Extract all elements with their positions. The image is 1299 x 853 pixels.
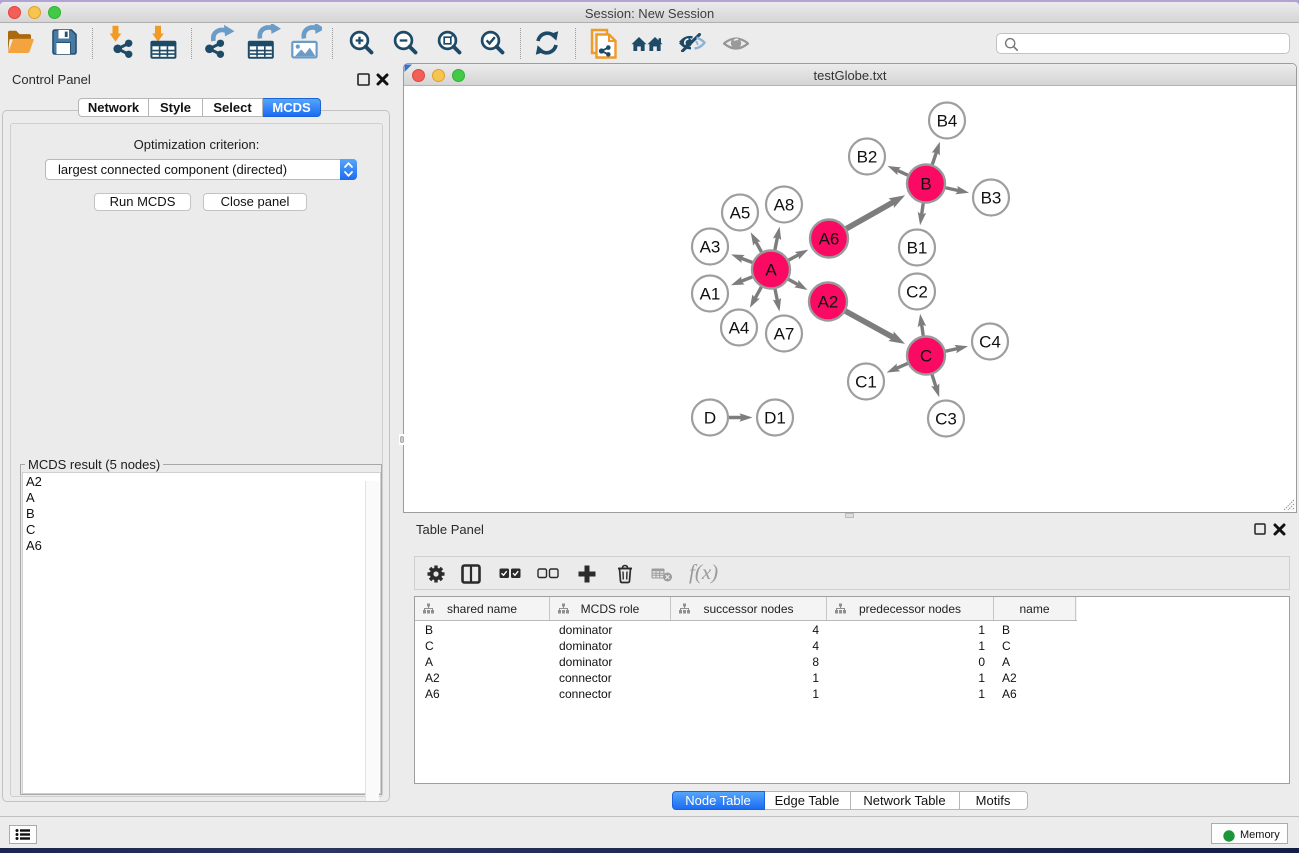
- svg-text:D: D: [704, 409, 716, 428]
- svg-text:A1: A1: [700, 285, 721, 304]
- svg-text:B3: B3: [981, 189, 1002, 208]
- svg-text:B: B: [920, 175, 931, 194]
- svg-text:C1: C1: [855, 373, 877, 392]
- svg-text:A3: A3: [700, 238, 721, 257]
- svg-text:A4: A4: [729, 319, 750, 338]
- svg-text:B1: B1: [907, 239, 928, 258]
- svg-text:A6: A6: [819, 230, 840, 249]
- svg-text:C: C: [920, 347, 932, 366]
- svg-text:C4: C4: [979, 333, 1001, 352]
- svg-text:A8: A8: [774, 196, 795, 215]
- svg-text:A: A: [765, 261, 777, 280]
- svg-text:C2: C2: [906, 283, 928, 302]
- svg-text:B2: B2: [857, 148, 878, 167]
- svg-text:D1: D1: [764, 409, 786, 428]
- svg-text:B4: B4: [937, 112, 958, 131]
- svg-text:A7: A7: [774, 325, 795, 344]
- svg-text:A5: A5: [730, 204, 751, 223]
- svg-text:A2: A2: [818, 293, 839, 312]
- svg-text:C3: C3: [935, 410, 957, 429]
